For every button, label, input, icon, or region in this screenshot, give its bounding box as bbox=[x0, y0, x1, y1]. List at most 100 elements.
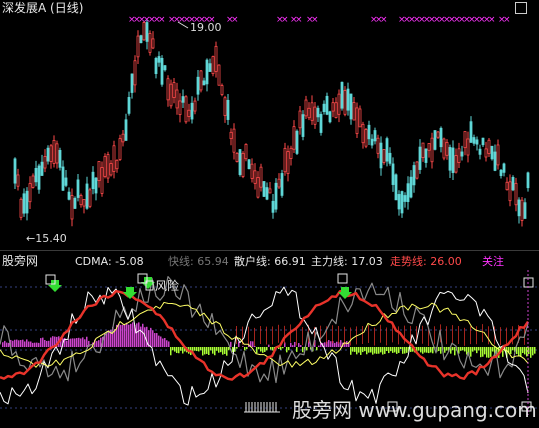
red-tick-bar bbox=[344, 326, 345, 345]
histogram-bar bbox=[356, 347, 358, 355]
red-tick-bar bbox=[380, 324, 381, 343]
red-tick-bar bbox=[458, 326, 459, 345]
histogram-bar bbox=[260, 347, 262, 352]
histogram-bar bbox=[44, 339, 46, 347]
main-line bbox=[0, 301, 529, 368]
histogram-bar bbox=[168, 341, 170, 347]
red-tick-bar bbox=[512, 326, 513, 345]
histogram-bar bbox=[406, 347, 408, 353]
histogram-bar bbox=[50, 337, 52, 347]
histogram-bar bbox=[122, 324, 124, 347]
histogram-bar bbox=[464, 347, 466, 352]
watermark: 股旁网 www.gupang.com bbox=[292, 398, 537, 422]
histogram-bar bbox=[42, 337, 44, 347]
histogram-bar bbox=[486, 347, 488, 358]
histogram-bar bbox=[418, 347, 420, 351]
red-tick-bar bbox=[332, 325, 333, 344]
histogram-bar bbox=[300, 345, 302, 347]
histogram-bar bbox=[152, 330, 154, 347]
histogram-bar bbox=[108, 330, 110, 347]
histogram-bar bbox=[476, 347, 478, 354]
histogram-bar bbox=[410, 347, 412, 352]
histogram-bar bbox=[360, 347, 362, 355]
histogram-bar bbox=[126, 322, 128, 347]
histogram-bar bbox=[270, 347, 272, 350]
histogram-bar bbox=[20, 340, 22, 347]
histogram-bar bbox=[252, 341, 254, 347]
histogram-bar bbox=[534, 347, 536, 354]
histogram-bar bbox=[84, 339, 86, 347]
histogram-bar bbox=[370, 347, 372, 353]
histogram-bar bbox=[518, 347, 520, 356]
histogram-bar bbox=[18, 340, 20, 347]
histogram-bar bbox=[66, 340, 68, 347]
histogram-bar bbox=[154, 333, 156, 347]
red-tick-bar bbox=[500, 327, 501, 346]
red-tick-bar bbox=[362, 326, 363, 345]
histogram-bar bbox=[224, 347, 226, 354]
histogram-bar bbox=[218, 347, 220, 353]
histogram-bar bbox=[452, 347, 454, 351]
histogram-bar bbox=[182, 347, 184, 354]
histogram-bar bbox=[72, 338, 74, 347]
histogram-bar bbox=[30, 341, 32, 347]
red-tick-bar bbox=[488, 326, 489, 345]
histogram-bar bbox=[400, 347, 402, 350]
histogram-bar bbox=[384, 347, 386, 354]
histogram-bar bbox=[222, 347, 224, 355]
histogram-bar bbox=[38, 342, 40, 347]
histogram-bar bbox=[210, 347, 212, 351]
histogram-bar bbox=[488, 347, 490, 358]
histogram-bar bbox=[290, 342, 292, 347]
histogram-bar bbox=[172, 347, 174, 351]
histogram-bar bbox=[198, 347, 200, 352]
histogram-bar bbox=[242, 346, 244, 347]
histogram-bar bbox=[96, 341, 98, 347]
histogram-bar bbox=[164, 338, 166, 347]
histogram-bar bbox=[386, 347, 388, 352]
histogram-bar bbox=[156, 333, 158, 347]
histogram-bar bbox=[428, 347, 430, 354]
red-tick-bar bbox=[296, 327, 297, 346]
histogram-bar bbox=[272, 347, 274, 351]
histogram-bar bbox=[132, 322, 134, 347]
histogram-bar bbox=[46, 340, 48, 347]
histogram-bar bbox=[170, 347, 172, 356]
histogram-bar bbox=[140, 326, 142, 347]
histogram-bar bbox=[446, 347, 448, 351]
histogram-bar bbox=[208, 347, 210, 356]
histogram-bar bbox=[388, 347, 390, 354]
histogram-bar bbox=[398, 347, 400, 353]
histogram-bar bbox=[136, 323, 138, 347]
histogram-bar bbox=[48, 340, 50, 347]
histogram-bar bbox=[32, 342, 34, 347]
histogram-bar bbox=[364, 347, 366, 352]
histogram-bar bbox=[204, 347, 206, 355]
histogram-bar bbox=[226, 347, 228, 356]
histogram-bar bbox=[282, 347, 284, 349]
histogram-bar bbox=[158, 335, 160, 347]
histogram-bar bbox=[474, 347, 476, 351]
histogram-bar bbox=[402, 347, 404, 354]
indicator-chart[interactable] bbox=[0, 0, 539, 428]
histogram-bar bbox=[462, 347, 464, 351]
histogram-bar bbox=[160, 336, 162, 347]
histogram-bar bbox=[288, 347, 290, 351]
red-tick-bar bbox=[278, 324, 279, 343]
histogram-bar bbox=[40, 338, 42, 347]
square-outline-icon bbox=[337, 273, 348, 284]
histogram-bar bbox=[378, 347, 380, 354]
red-tick-bar bbox=[260, 326, 261, 345]
histogram-bar bbox=[266, 347, 268, 351]
histogram-bar bbox=[358, 347, 360, 353]
histogram-bar bbox=[334, 342, 336, 347]
histogram-bar bbox=[244, 347, 246, 351]
histogram-bar bbox=[330, 341, 332, 347]
histogram-bar bbox=[372, 347, 374, 355]
histogram-bar bbox=[362, 347, 364, 353]
histogram-bar bbox=[522, 347, 524, 353]
histogram-bar bbox=[174, 347, 176, 352]
histogram-bar bbox=[230, 341, 232, 347]
histogram-bar bbox=[124, 324, 126, 347]
histogram-bar bbox=[70, 338, 72, 347]
